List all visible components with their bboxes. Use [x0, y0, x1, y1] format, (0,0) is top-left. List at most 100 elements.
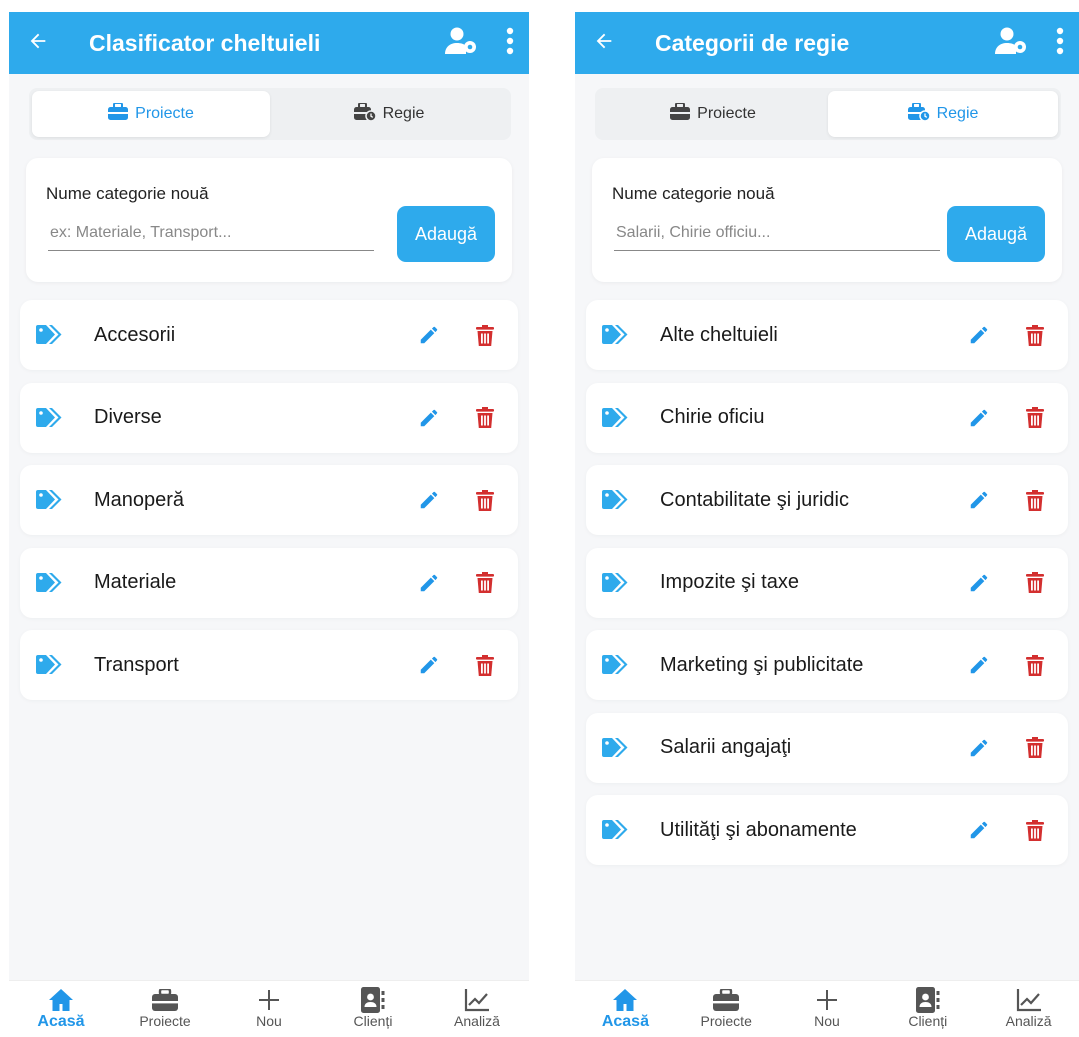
add-category-card: Nume categorie nouă Adaugă	[592, 158, 1062, 282]
briefcase-clock-icon	[907, 101, 931, 126]
nav-acasa[interactable]: Acasă	[580, 981, 670, 1031]
trash-icon[interactable]	[1022, 572, 1048, 593]
new-category-input[interactable]	[614, 215, 940, 251]
dots-vertical-icon	[1056, 27, 1064, 60]
trash-icon[interactable]	[1022, 324, 1048, 346]
category-name: Contabilitate şi juridic	[660, 488, 849, 511]
add-category-button[interactable]: Adaugă	[947, 206, 1045, 262]
tags-icon	[602, 407, 632, 428]
more-menu-button[interactable]	[491, 27, 529, 60]
nav-label: Acasă	[601, 1013, 649, 1030]
category-name: Manoperă	[94, 488, 185, 511]
nav-clienti[interactable]: Clienți	[328, 981, 418, 1029]
trash-icon[interactable]	[1022, 407, 1048, 428]
briefcase-icon	[152, 987, 178, 1013]
tags-icon	[602, 820, 632, 840]
trash-icon[interactable]	[1022, 819, 1048, 841]
pencil-icon[interactable]	[416, 324, 442, 346]
nav-proiecte[interactable]: Proiecte	[681, 981, 771, 1029]
category-name: Marketing şi publicitate	[660, 653, 864, 676]
briefcase-clock-icon	[353, 101, 377, 126]
contacts-icon	[915, 987, 940, 1013]
chart-line-icon	[1016, 987, 1042, 1013]
add-category-card: Nume categorie nouă Adaugă	[26, 158, 512, 282]
trash-icon[interactable]	[1022, 654, 1048, 676]
list-item[interactable]: Contabilitate şi juridic	[586, 465, 1068, 535]
list-item[interactable]: Chirie oficiu	[586, 382, 1068, 453]
trash-icon[interactable]	[472, 572, 498, 593]
category-type-tabs: Proiecte Regie	[29, 88, 511, 140]
add-category-button[interactable]: Adaugă	[397, 206, 495, 262]
new-category-input[interactable]	[48, 215, 374, 251]
trash-icon[interactable]	[472, 324, 498, 346]
pencil-icon[interactable]	[416, 407, 442, 429]
nav-clienti[interactable]: Clienți	[883, 981, 973, 1029]
pencil-icon[interactable]	[416, 489, 442, 511]
app-bar: Categorii de regie	[575, 12, 1079, 74]
category-list: Accesorii Diverse Manoperă Materiale Tra…	[20, 300, 518, 713]
tags-icon	[602, 490, 632, 510]
home-icon	[48, 987, 74, 1013]
tab-proiecte[interactable]: Proiecte	[598, 91, 828, 137]
list-item[interactable]: Transport	[20, 630, 518, 700]
list-item[interactable]: Impozite şi taxe	[586, 547, 1068, 618]
user-settings-button[interactable]	[433, 26, 491, 61]
category-name: Impozite şi taxe	[660, 571, 799, 593]
nav-nou[interactable]: Nou	[224, 981, 314, 1029]
list-item[interactable]: Diverse	[20, 382, 518, 453]
list-item[interactable]: Accesorii	[20, 300, 518, 370]
category-name: Chirie oficiu	[660, 406, 765, 428]
category-name: Alte cheltuieli	[660, 323, 778, 346]
pencil-icon[interactable]	[966, 489, 992, 511]
trash-icon[interactable]	[1022, 737, 1048, 758]
list-item[interactable]: Manoperă	[20, 465, 518, 535]
tags-icon	[602, 737, 632, 758]
tab-label: Regie	[936, 105, 979, 122]
nav-label: Nou	[814, 1013, 840, 1029]
pencil-icon[interactable]	[966, 572, 992, 594]
briefcase-icon	[713, 987, 740, 1013]
screen-categorii-regie: Categorii de regie Proiecte Regie Nume c…	[575, 12, 1079, 1037]
trash-icon[interactable]	[1022, 489, 1048, 511]
arrow-left-icon	[27, 30, 49, 57]
list-item[interactable]: Alte cheltuieli	[586, 300, 1068, 370]
tab-regie[interactable]: Regie	[270, 91, 508, 137]
list-item[interactable]: Materiale	[20, 547, 518, 618]
home-icon	[612, 987, 638, 1013]
nav-analiza[interactable]: Analiză	[432, 981, 522, 1029]
category-name: Diverse	[94, 406, 162, 428]
tab-label: Regie	[382, 105, 425, 122]
tags-icon	[36, 490, 66, 510]
back-button[interactable]	[575, 30, 633, 57]
pencil-icon[interactable]	[966, 407, 992, 429]
nav-label: Clienți	[353, 1013, 393, 1029]
user-settings-button[interactable]	[983, 26, 1041, 61]
trash-icon[interactable]	[472, 654, 498, 676]
dots-vertical-icon	[506, 27, 514, 60]
pencil-icon[interactable]	[966, 819, 992, 841]
back-button[interactable]	[9, 30, 67, 57]
page-title: Clasificator cheltuieli	[89, 29, 321, 56]
screen-clasificator: Clasificator cheltuieli Proiecte Regie N…	[9, 12, 529, 1037]
tab-regie[interactable]: Regie	[828, 91, 1058, 137]
list-item[interactable]: Marketing şi publicitate	[586, 630, 1068, 700]
nav-nou[interactable]: Nou	[782, 981, 872, 1029]
nav-acasa[interactable]: Acasă	[16, 981, 106, 1031]
list-item[interactable]: Salarii angajaţi	[586, 712, 1068, 783]
list-item[interactable]: Utilităţi şi abonamente	[586, 795, 1068, 865]
pencil-icon[interactable]	[966, 654, 992, 676]
pencil-icon[interactable]	[966, 737, 992, 759]
nav-analiza[interactable]: Analiză	[984, 981, 1074, 1029]
plus-icon	[815, 987, 839, 1013]
more-menu-button[interactable]	[1041, 27, 1079, 60]
trash-icon[interactable]	[472, 489, 498, 511]
nav-label: Proiecte	[139, 1013, 191, 1029]
pencil-icon[interactable]	[416, 654, 442, 676]
pencil-icon[interactable]	[416, 572, 442, 594]
tags-icon	[36, 407, 66, 428]
trash-icon[interactable]	[472, 407, 498, 428]
pencil-icon[interactable]	[966, 324, 992, 346]
tab-proiecte[interactable]: Proiecte	[32, 91, 270, 137]
tags-icon	[36, 655, 66, 675]
nav-proiecte[interactable]: Proiecte	[120, 981, 210, 1029]
